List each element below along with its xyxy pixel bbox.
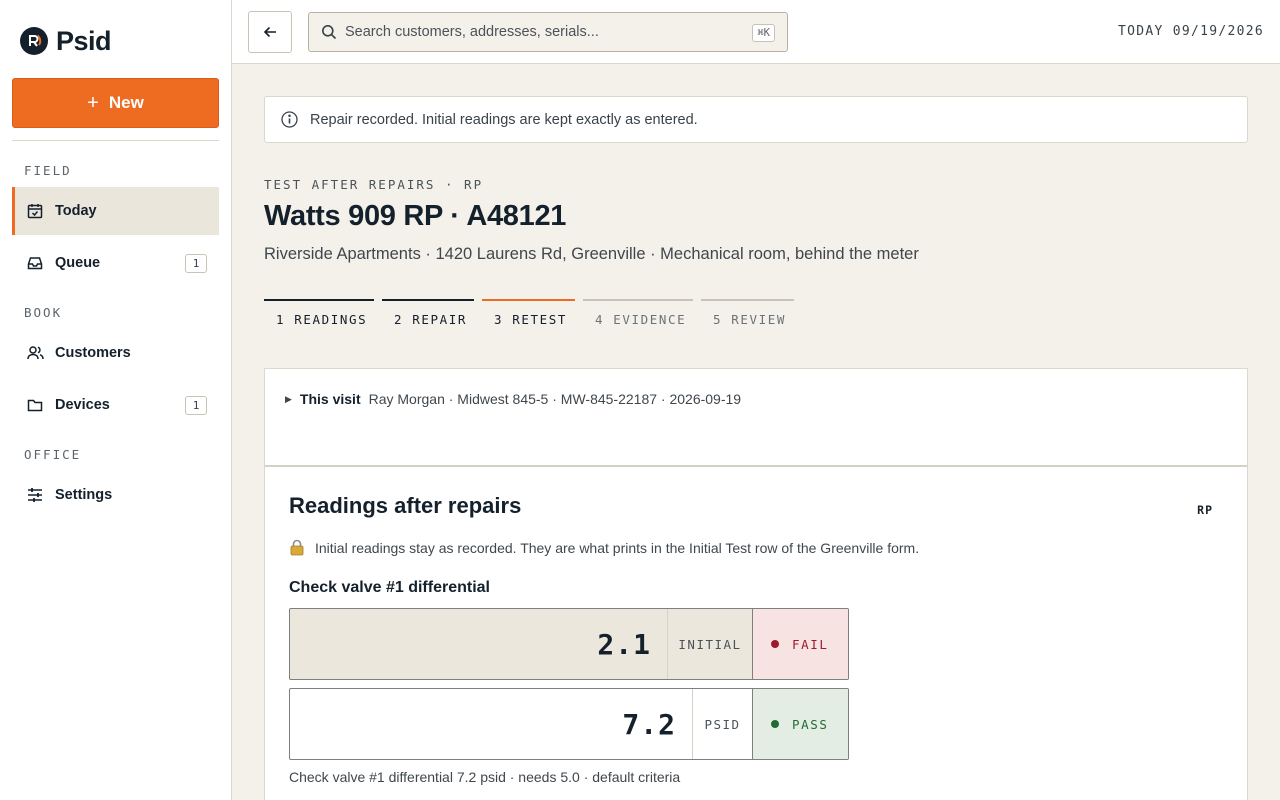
- sidebar-item-label: Customers: [55, 345, 131, 361]
- visit-details: Ray Morgan · Midwest 845-5 · MW-845-2218…: [368, 391, 742, 407]
- panel-title: Readings after repairs: [289, 493, 522, 518]
- queue-count-badge: 1: [185, 254, 207, 273]
- device-type-tag: RP: [1197, 503, 1213, 517]
- search-box[interactable]: ⌘K: [308, 12, 788, 52]
- retest-card: ▶ This visit Ray Morgan · Midwest 845-5 …: [264, 368, 1248, 800]
- folder-icon: [26, 396, 44, 414]
- visit-summary-toggle[interactable]: ▶ This visit Ray Morgan · Midwest 845-5 …: [285, 391, 741, 407]
- sidebar-item-label: Settings: [55, 487, 113, 503]
- criteria-text: Check valve #1 differential 7.2 psid · n…: [289, 769, 681, 785]
- section-label-book: BOOK: [24, 305, 63, 320]
- sliders-icon: [26, 486, 44, 504]
- retest-reading-unit: PSID: [692, 689, 752, 759]
- plus-icon: +: [87, 92, 99, 114]
- brand[interactable]: Psid: [20, 25, 112, 56]
- step-review[interactable]: 5 REVIEW: [701, 299, 794, 335]
- sidebar-item-customers[interactable]: Customers: [12, 329, 219, 377]
- initial-status-badge: FAIL: [752, 609, 848, 679]
- visit-label: This visit: [299, 391, 361, 407]
- section-label-field: FIELD: [24, 163, 72, 178]
- sidebar-item-label: Devices: [55, 397, 110, 413]
- info-notice: Repair recorded. Initial readings are ke…: [264, 96, 1248, 143]
- sidebar-item-today[interactable]: Today: [12, 187, 219, 235]
- calendar-check-icon: [26, 202, 44, 220]
- retest-reading-input[interactable]: 7.2: [290, 689, 692, 759]
- back-button[interactable]: [248, 11, 292, 53]
- top-bar: ⌘K TODAY 09/19/2026: [232, 0, 1280, 64]
- lock-icon: [289, 539, 305, 556]
- info-icon: [281, 111, 298, 128]
- sidebar-divider: [12, 140, 219, 141]
- section-label-office: OFFICE: [24, 447, 82, 462]
- sidebar-item-label: Queue: [55, 255, 101, 271]
- arrow-left-icon: [263, 26, 276, 38]
- search-input[interactable]: [345, 24, 735, 40]
- lock-note-text: Initial readings stay as recorded. They …: [315, 539, 920, 556]
- today-date: TODAY 09/19/2026: [1117, 24, 1264, 39]
- new-button[interactable]: + New: [12, 78, 219, 128]
- initial-reading-row: 2.1 INITIAL FAIL: [289, 608, 849, 680]
- new-button-label: New: [108, 93, 144, 112]
- brand-name: Psid: [56, 25, 112, 56]
- sidebar-item-settings[interactable]: Settings: [12, 471, 219, 519]
- step-retest[interactable]: 3 RETEST: [482, 299, 575, 335]
- retest-status-badge: PASS: [752, 689, 848, 759]
- card-divider: [265, 465, 1247, 467]
- pass-dot-icon: [771, 720, 779, 728]
- initial-status-text: FAIL: [792, 636, 829, 652]
- page-subtitle: Riverside Apartments · 1420 Laurens Rd, …: [264, 245, 919, 263]
- field-label: Check valve #1 differential: [289, 579, 490, 596]
- caret-right-icon: ▶: [285, 393, 292, 404]
- sidebar-item-devices[interactable]: Devices 1: [12, 381, 219, 429]
- lock-note: Initial readings stay as recorded. They …: [289, 539, 919, 556]
- search-shortcut-hint: ⌘K: [752, 24, 775, 42]
- search-icon: [322, 25, 337, 40]
- retest-status-text: PASS: [792, 716, 829, 732]
- inbox-icon: [26, 254, 44, 272]
- step-evidence[interactable]: 4 EVIDENCE: [583, 299, 693, 335]
- page-eyebrow: TEST AFTER REPAIRS · RP: [264, 177, 484, 192]
- users-icon: [26, 344, 44, 362]
- step-repair[interactable]: 2 REPAIR: [382, 299, 474, 335]
- initial-reading-unit: INITIAL: [667, 609, 752, 679]
- fail-dot-icon: [771, 640, 779, 648]
- notice-text: Repair recorded. Initial readings are ke…: [310, 111, 698, 128]
- devices-count-badge: 1: [185, 396, 207, 415]
- retest-reading-row[interactable]: 7.2 PSID PASS: [289, 688, 849, 760]
- sidebar: Psid + New FIELD Today Queue 1 BOOK Cust…: [0, 0, 232, 800]
- step-readings[interactable]: 1 READINGS: [264, 299, 374, 335]
- initial-reading-value: 2.1: [597, 627, 651, 661]
- sidebar-item-label: Today: [55, 203, 97, 219]
- psid-logo-icon: [20, 27, 48, 55]
- page-title: Watts 909 RP · A48121: [264, 200, 567, 232]
- sidebar-item-queue[interactable]: Queue 1: [12, 239, 219, 287]
